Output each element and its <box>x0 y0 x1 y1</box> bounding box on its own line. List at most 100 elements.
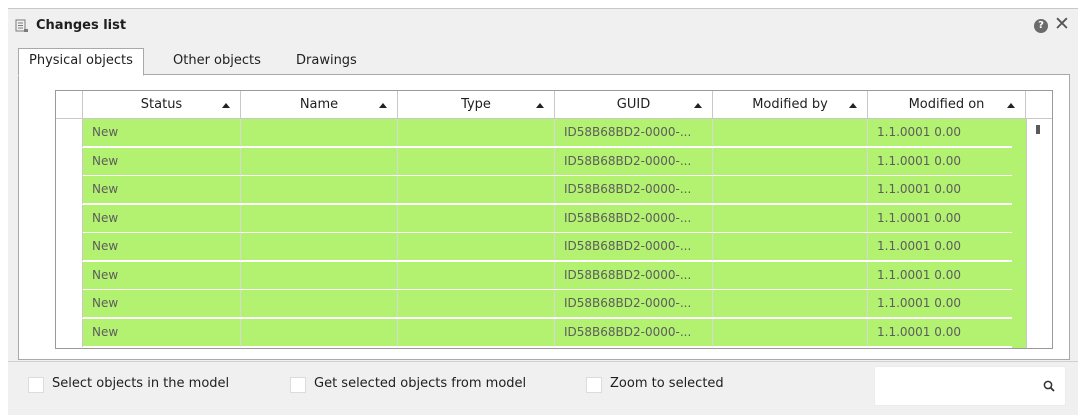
cell-modified-on[interactable]: 1.1.0001 0.00 <box>868 290 1026 318</box>
tab-other-objects[interactable]: Other objects <box>163 49 271 74</box>
cell-guid[interactable]: ID58B68BD2-0000-... <box>555 119 713 147</box>
select-objects-label[interactable]: Select objects in the model <box>52 376 229 391</box>
cell-modified-by[interactable] <box>713 119 868 147</box>
cell-status[interactable]: New <box>83 147 241 176</box>
cell-name[interactable] <box>241 204 398 233</box>
cell-modified-on[interactable]: 1.1.0001 0.00 <box>868 318 1026 347</box>
table-row[interactable]: New ID58B68BD2-0000-... 1.1.0001 0.00 <box>56 261 1052 290</box>
table-row[interactable]: New ID58B68BD2-0000-... 1.1.0001 0.00 <box>56 290 1052 318</box>
cell-modified-on[interactable]: 1.1.0001 0.00 <box>868 176 1026 204</box>
cell-modified-on[interactable]: 1.1.0001 0.00 <box>868 261 1026 290</box>
row-header[interactable] <box>56 233 83 261</box>
get-selected-label[interactable]: Get selected objects from model <box>314 376 526 391</box>
column-label: Type <box>461 97 491 112</box>
vertical-scrollbar[interactable] <box>1026 119 1052 348</box>
cell-guid[interactable]: ID58B68BD2-0000-... <box>555 233 713 261</box>
cell-status[interactable]: New <box>83 290 241 318</box>
cell-modified-on[interactable]: 1.1.0001 0.00 <box>868 119 1026 147</box>
column-header-modified-on[interactable]: Modified on <box>868 91 1026 118</box>
cell-guid[interactable]: ID58B68BD2-0000-... <box>555 261 713 290</box>
cell-name[interactable] <box>241 119 398 147</box>
cell-modified-on[interactable]: 1.1.0001 0.00 <box>868 204 1026 233</box>
table-row[interactable]: New ID58B68BD2-0000-... 1.1.0001 0.00 <box>56 176 1052 204</box>
cell-type[interactable] <box>398 233 555 261</box>
column-header-name[interactable]: Name <box>241 91 398 118</box>
cell-status[interactable]: New <box>83 233 241 261</box>
sort-ascending-icon <box>1007 103 1015 108</box>
cell-name[interactable] <box>241 176 398 204</box>
table-row[interactable]: New ID58B68BD2-0000-... 1.1.0001 0.00 <box>56 318 1052 347</box>
cell-type[interactable] <box>398 119 555 147</box>
cell-modified-on[interactable]: 1.1.0001 0.00 <box>868 233 1026 261</box>
cell-modified-on[interactable]: 1.1.0001 0.00 <box>868 147 1026 176</box>
column-label: Modified by <box>752 97 828 112</box>
close-icon[interactable]: ✕ <box>1054 14 1070 34</box>
cell-status[interactable]: New <box>83 204 241 233</box>
row-header[interactable] <box>56 318 83 347</box>
changes-table: Status Name Type GUID Modified by Modifi… <box>55 90 1053 349</box>
cell-guid[interactable]: ID58B68BD2-0000-... <box>555 147 713 176</box>
row-header[interactable] <box>56 176 83 204</box>
cell-type[interactable] <box>398 290 555 318</box>
cell-guid[interactable]: ID58B68BD2-0000-... <box>555 176 713 204</box>
tab-physical-objects[interactable]: Physical objects <box>18 48 144 76</box>
footer-bar: Select objects in the model Get selected… <box>8 361 1078 416</box>
cell-name[interactable] <box>241 318 398 347</box>
window-title: Changes list <box>36 18 127 33</box>
table-row[interactable]: New ID58B68BD2-0000-... 1.1.0001 0.00 <box>56 233 1052 261</box>
cell-type[interactable] <box>398 204 555 233</box>
table-row[interactable]: New ID58B68BD2-0000-... 1.1.0001 0.00 <box>56 119 1052 147</box>
cell-type[interactable] <box>398 176 555 204</box>
cell-modified-by[interactable] <box>713 318 868 347</box>
cell-type[interactable] <box>398 318 555 347</box>
search-input[interactable] <box>874 366 1066 406</box>
scrollbar-thumb[interactable] <box>1036 125 1040 134</box>
sort-ascending-icon <box>536 103 544 108</box>
get-selected-checkbox[interactable] <box>290 377 306 393</box>
sort-ascending-icon <box>849 103 857 108</box>
cell-name[interactable] <box>241 147 398 176</box>
cell-name[interactable] <box>241 261 398 290</box>
cell-status[interactable]: New <box>83 119 241 147</box>
cell-status[interactable]: New <box>83 261 241 290</box>
cell-type[interactable] <box>398 147 555 176</box>
list-icon <box>15 19 28 32</box>
cell-modified-by[interactable] <box>713 204 868 233</box>
row-header[interactable] <box>56 261 83 290</box>
row-header[interactable] <box>56 147 83 176</box>
search-icon[interactable] <box>1042 379 1056 393</box>
cell-modified-by[interactable] <box>713 261 868 290</box>
header-scroll-corner <box>1026 91 1052 118</box>
column-label: Modified on <box>908 97 985 112</box>
cell-modified-by[interactable] <box>713 290 868 318</box>
select-objects-checkbox[interactable] <box>28 377 44 393</box>
tab-content: Status Name Type GUID Modified by Modifi… <box>18 74 1070 360</box>
row-header[interactable] <box>56 204 83 233</box>
row-header[interactable] <box>56 119 83 147</box>
column-header-status[interactable]: Status <box>83 91 241 118</box>
column-header-modified-by[interactable]: Modified by <box>713 91 868 118</box>
cell-name[interactable] <box>241 233 398 261</box>
column-header-guid[interactable]: GUID <box>555 91 713 118</box>
cell-type[interactable] <box>398 261 555 290</box>
table-row[interactable]: New ID58B68BD2-0000-... 1.1.0001 0.00 <box>56 204 1052 233</box>
zoom-to-selected-label[interactable]: Zoom to selected <box>610 376 724 391</box>
cell-modified-by[interactable] <box>713 147 868 176</box>
sort-ascending-icon <box>222 103 230 108</box>
cell-guid[interactable]: ID58B68BD2-0000-... <box>555 318 713 347</box>
zoom-to-selected-checkbox[interactable] <box>586 377 602 393</box>
help-icon[interactable]: ? <box>1034 19 1048 33</box>
changes-list-panel: Changes list ? ✕ Physical objects Other … <box>8 8 1078 415</box>
cell-modified-by[interactable] <box>713 233 868 261</box>
table-row[interactable]: New ID58B68BD2-0000-... 1.1.0001 0.00 <box>56 147 1052 176</box>
cell-modified-by[interactable] <box>713 176 868 204</box>
cell-name[interactable] <box>241 290 398 318</box>
cell-guid[interactable]: ID58B68BD2-0000-... <box>555 290 713 318</box>
cell-status[interactable]: New <box>83 318 241 347</box>
cell-status[interactable]: New <box>83 176 241 204</box>
tab-drawings[interactable]: Drawings <box>286 49 367 74</box>
column-label: Status <box>140 97 183 112</box>
row-header[interactable] <box>56 290 83 318</box>
cell-guid[interactable]: ID58B68BD2-0000-... <box>555 204 713 233</box>
column-header-type[interactable]: Type <box>398 91 555 118</box>
